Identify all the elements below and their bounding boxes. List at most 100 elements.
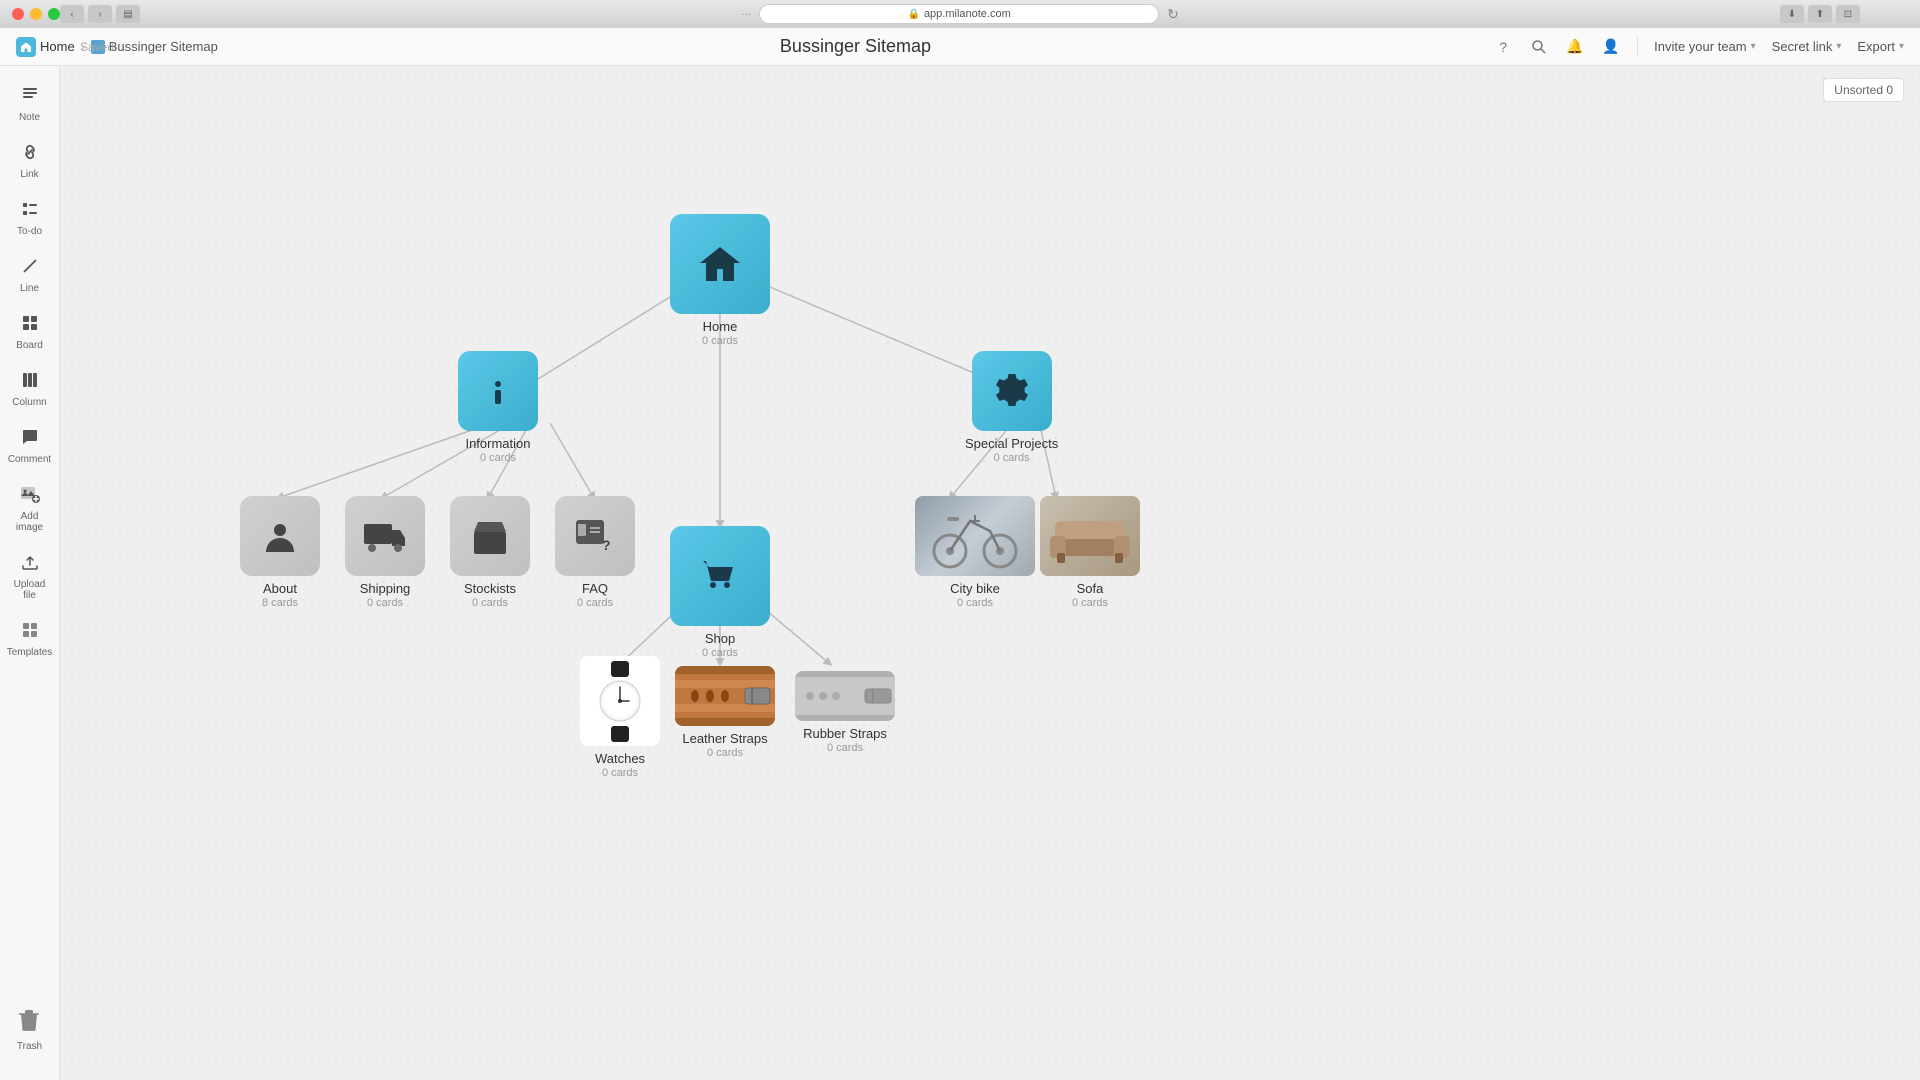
leather-straps-node-title: Leather Straps [682, 731, 767, 746]
notifications-icon[interactable]: 🔔 [1565, 37, 1585, 57]
search-icon[interactable] [1529, 37, 1549, 57]
divider [1637, 37, 1638, 57]
city-bike-node-title: City bike [950, 581, 1000, 596]
sidebar-item-note[interactable]: Note [4, 78, 56, 131]
sidebar-item-templates[interactable]: Templates [4, 613, 56, 666]
titlebar-center: ··· 🔒 app.milanote.com ↻ [741, 4, 1179, 24]
link-icon [21, 143, 39, 166]
shipping-node-title: Shipping [360, 581, 411, 596]
watches-node-title: Watches [595, 751, 645, 766]
about-node-icon [260, 516, 300, 556]
node-information[interactable]: Information 0 cards [458, 351, 538, 464]
invite-team-button[interactable]: Invite your team ▾ [1654, 39, 1756, 54]
rubber-straps-node-subtitle: 0 cards [827, 742, 863, 754]
rubber-straps-image [795, 671, 895, 721]
home-node-subtitle: 0 cards [702, 335, 738, 347]
sidebar-item-line[interactable]: Line [4, 249, 56, 302]
about-node-title: About [263, 581, 297, 596]
upload-file-icon [21, 553, 39, 576]
shop-node-subtitle: 0 cards [702, 647, 738, 659]
node-watches[interactable]: Watches 0 cards [580, 656, 660, 779]
node-shipping[interactable]: Shipping 0 cards [345, 496, 425, 609]
invite-arrow-icon: ▾ [1751, 41, 1756, 52]
templates-icon [21, 621, 39, 644]
breadcrumb: Home › Bussinger Sitemap [16, 37, 218, 57]
faq-node-subtitle: 0 cards [577, 597, 613, 609]
node-stockists[interactable]: Stockists 0 cards [450, 496, 530, 609]
stockists-node-icon [470, 516, 510, 556]
home-label: Home [40, 39, 75, 54]
information-node-subtitle: 0 cards [480, 452, 516, 464]
titlebar-right: ⬇ ⬆ ⊡ [1780, 5, 1860, 23]
sidebar-toggle[interactable]: ▤ [116, 5, 140, 23]
url-text: app.milanote.com [924, 8, 1011, 20]
left-sidebar: Note Link To-do Line [0, 66, 60, 1080]
sidebar-item-trash[interactable]: Trash [11, 999, 48, 1060]
info-node-icon [479, 372, 517, 410]
templates-label: Templates [7, 647, 53, 658]
node-home[interactable]: Home 0 cards [670, 214, 770, 347]
download-icon[interactable]: ⬇ [1780, 5, 1804, 23]
invite-label: Invite your team [1654, 39, 1747, 54]
stockists-node-title: Stockists [464, 581, 516, 596]
page-title: Bussinger Sitemap [218, 36, 1493, 57]
secret-link-label: Secret link [1772, 39, 1833, 54]
expand-icon[interactable]: ⊡ [1836, 5, 1860, 23]
sidebar-item-column[interactable]: Column [4, 363, 56, 416]
information-node-title: Information [465, 436, 530, 451]
close-button[interactable] [12, 8, 24, 20]
shipping-node-icon [362, 518, 408, 554]
node-leather-straps[interactable]: Leather Straps 0 cards [675, 666, 775, 759]
node-shop[interactable]: Shop 0 cards [670, 526, 770, 659]
watches-node-subtitle: 0 cards [602, 767, 638, 779]
sofa-node-subtitle: 0 cards [1072, 597, 1108, 609]
node-special-projects[interactable]: Special Projects 0 cards [965, 351, 1058, 464]
line-label: Line [20, 283, 39, 294]
sidebar-item-comment[interactable]: Comment [4, 420, 56, 473]
maximize-button[interactable] [48, 8, 60, 20]
faq-node-icon: ? [574, 516, 616, 556]
url-bar[interactable]: 🔒 app.milanote.com [759, 4, 1159, 24]
node-rubber-straps[interactable]: Rubber Straps 0 cards [795, 671, 895, 754]
secret-link-arrow-icon: ▾ [1836, 41, 1841, 52]
back-button[interactable]: ‹ [60, 5, 84, 23]
unsorted-button[interactable]: Unsorted 0 [1823, 78, 1904, 102]
node-about[interactable]: About 8 cards [240, 496, 320, 609]
home-icon-small [16, 37, 36, 57]
add-image-icon [20, 485, 40, 508]
column-label: Column [12, 397, 46, 408]
todo-icon [21, 200, 39, 223]
window-controls[interactable] [12, 8, 60, 20]
node-sofa[interactable]: Sofa 0 cards [1040, 496, 1140, 609]
trash-label: Trash [17, 1041, 42, 1052]
breadcrumb-current-label: Bussinger Sitemap [109, 39, 218, 54]
sidebar-item-upload-file[interactable]: Upload file [4, 545, 56, 609]
line-icon [21, 257, 39, 280]
secret-link-button[interactable]: Secret link ▾ [1772, 39, 1842, 54]
sidebar-item-add-image[interactable]: Add image [4, 477, 56, 541]
upload-file-label: Upload file [10, 579, 50, 601]
home-node-icon [695, 239, 745, 289]
leather-straps-node-subtitle: 0 cards [707, 747, 743, 759]
column-icon [21, 371, 39, 394]
city-bike-node-subtitle: 0 cards [957, 597, 993, 609]
user-icon[interactable]: 👤 [1601, 37, 1621, 57]
forward-button[interactable]: › [88, 5, 112, 23]
shipping-node-subtitle: 0 cards [367, 597, 403, 609]
export-button[interactable]: Export ▾ [1857, 39, 1904, 54]
sidebar-item-todo[interactable]: To-do [4, 192, 56, 245]
share-icon[interactable]: ⬆ [1808, 5, 1832, 23]
sidebar-item-board[interactable]: Board [4, 306, 56, 359]
home-node-title: Home [703, 319, 738, 334]
nav-buttons: ‹ › ▤ [60, 5, 140, 23]
sidebar-item-link[interactable]: Link [4, 135, 56, 188]
comment-label: Comment [8, 454, 51, 465]
breadcrumb-home[interactable]: Home [16, 37, 75, 57]
main-canvas: Unsorted 0 [60, 66, 1920, 1080]
node-faq[interactable]: ? FAQ 0 cards [555, 496, 635, 609]
minimize-button[interactable] [30, 8, 42, 20]
help-icon[interactable]: ? [1493, 37, 1513, 57]
node-city-bike[interactable]: City bike 0 cards [915, 496, 1035, 609]
refresh-button[interactable]: ↻ [1167, 6, 1179, 23]
export-label: Export [1857, 39, 1895, 54]
